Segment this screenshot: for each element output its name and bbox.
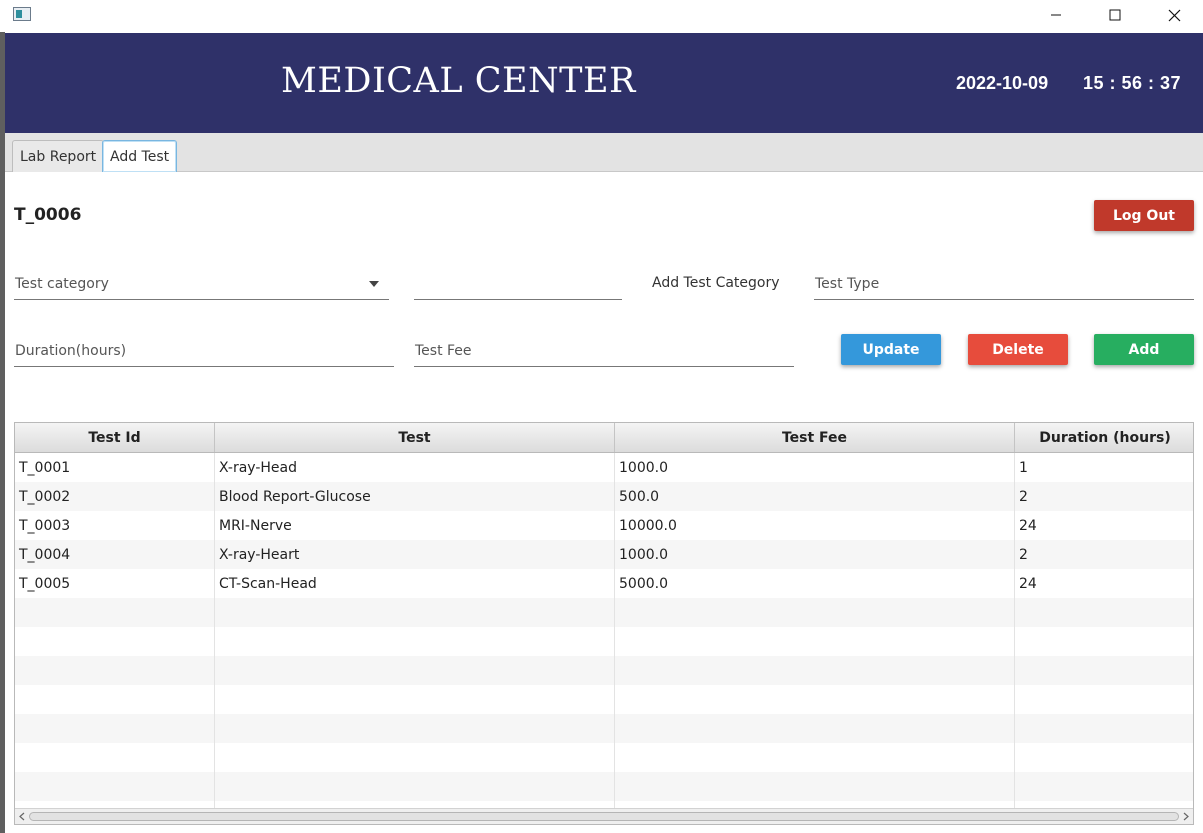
new-category-input[interactable] <box>414 268 622 300</box>
table-cell <box>215 598 615 627</box>
tab-lab-report[interactable]: Lab Report <box>12 140 105 172</box>
table-cell <box>15 656 215 685</box>
empty-table-row[interactable] <box>15 743 1193 772</box>
table-cell <box>1015 656 1193 685</box>
empty-table-row[interactable] <box>15 598 1193 627</box>
table-cell: 500.0 <box>615 482 1015 511</box>
table-cell <box>1015 714 1193 743</box>
table-cell: 2 <box>1019 546 1028 563</box>
scroll-left-icon[interactable] <box>17 811 27 822</box>
logout-button[interactable]: Log Out <box>1094 200 1194 231</box>
table-cell <box>615 685 1015 714</box>
table-cell: T_0004 <box>15 540 215 569</box>
app-title: MEDICAL CENTER <box>281 61 636 101</box>
table-cell <box>615 772 1015 801</box>
table-cell <box>15 743 215 772</box>
chevron-down-icon <box>369 281 379 287</box>
horizontal-scrollbar[interactable] <box>15 808 1193 824</box>
table-cell <box>1015 598 1193 627</box>
tests-table[interactable]: Test Id Test Test Fee Duration (hours) T… <box>14 422 1194 825</box>
table-row[interactable]: T_0002 Blood Report-Glucose 500.0 2 <box>15 482 1193 511</box>
app-icon <box>13 7 31 21</box>
table-cell: T_0003 <box>15 511 215 540</box>
add-test-category-label[interactable]: Add Test Category <box>652 275 780 291</box>
close-window-button[interactable] <box>1145 0 1203 30</box>
update-button[interactable]: Update <box>841 334 941 365</box>
table-cell: 1 <box>1019 459 1028 476</box>
table-cell: 1000.0 <box>615 540 1015 569</box>
table-row[interactable]: T_0004 X-ray-Heart 1000.0 2 <box>15 540 1193 569</box>
empty-table-row[interactable] <box>15 685 1193 714</box>
table-cell <box>15 685 215 714</box>
table-cell <box>215 772 615 801</box>
table-cell: T_0005 <box>15 569 215 598</box>
table-cell: 24 <box>1019 575 1037 592</box>
add-button[interactable]: Add <box>1094 334 1194 365</box>
maximize-icon <box>1109 9 1121 21</box>
table-row[interactable]: T_0005 CT-Scan-Head 5000.0 24 <box>15 569 1193 598</box>
minimize-icon <box>1051 14 1061 16</box>
delete-button[interactable]: Delete <box>968 334 1068 365</box>
table-cell <box>15 772 215 801</box>
maximize-button[interactable] <box>1086 0 1144 30</box>
table-cell <box>615 656 1015 685</box>
table-cell <box>1015 627 1193 656</box>
table-cell <box>615 627 1015 656</box>
table-cell: 10000.0 <box>615 511 1015 540</box>
column-header-duration[interactable]: Duration (hours) <box>1015 423 1193 452</box>
empty-table-row[interactable] <box>15 627 1193 656</box>
test-fee-input[interactable]: Test Fee <box>414 335 794 367</box>
table-cell <box>215 685 615 714</box>
test-category-placeholder: Test category <box>15 275 109 292</box>
table-cell: X-ray-Heart <box>215 540 615 569</box>
table-cell: 5000.0 <box>615 569 1015 598</box>
table-cell: Blood Report-Glucose <box>215 482 615 511</box>
column-header-test[interactable]: Test <box>215 423 615 452</box>
table-cell <box>215 627 615 656</box>
table-cell: 24 <box>1019 517 1037 534</box>
tab-add-test[interactable]: Add Test <box>102 140 178 172</box>
test-category-select[interactable]: Test category <box>14 268 389 300</box>
header-date: 2022-10-09 <box>956 73 1049 93</box>
duration-input[interactable]: Duration(hours) <box>14 335 394 367</box>
table-cell: 2 <box>1019 488 1028 505</box>
table-cell <box>615 598 1015 627</box>
empty-table-row[interactable] <box>15 714 1193 743</box>
scrollbar-thumb[interactable] <box>29 812 1179 821</box>
table-cell <box>1015 743 1193 772</box>
table-row[interactable]: T_0003 MRI-Nerve 10000.0 24 <box>15 511 1193 540</box>
tab-bar <box>5 133 1203 172</box>
table-cell: T_0002 <box>15 482 215 511</box>
empty-table-row[interactable] <box>15 656 1193 685</box>
test-id-label: T_0006 <box>14 205 82 225</box>
close-icon <box>1168 9 1180 21</box>
table-cell: 1000.0 <box>615 453 1015 482</box>
table-cell: T_0001 <box>15 453 215 482</box>
column-header-test-fee[interactable]: Test Fee <box>615 423 1015 452</box>
table-header: Test Id Test Test Fee Duration (hours) <box>15 423 1193 453</box>
table-cell: MRI-Nerve <box>215 511 615 540</box>
table-cell <box>215 714 615 743</box>
scroll-right-icon[interactable] <box>1181 811 1191 822</box>
window-titlebar <box>0 0 1203 32</box>
table-cell <box>215 656 615 685</box>
empty-table-row[interactable] <box>15 772 1193 801</box>
table-cell: CT-Scan-Head <box>215 569 615 598</box>
column-header-test-id[interactable]: Test Id <box>15 423 215 452</box>
table-cell <box>1015 685 1193 714</box>
table-cell <box>15 714 215 743</box>
table-row[interactable]: T_0001 X-ray-Head 1000.0 1 <box>15 453 1193 482</box>
table-cell <box>1015 772 1193 801</box>
table-cell <box>215 743 615 772</box>
table-cell <box>15 627 215 656</box>
test-type-input[interactable]: Test Type <box>814 268 1194 300</box>
header-clock: 15 : 56 : 37 <box>1083 73 1182 93</box>
minimize-button[interactable] <box>1027 0 1085 30</box>
table-cell <box>15 598 215 627</box>
table-cell <box>615 714 1015 743</box>
table-cell <box>615 743 1015 772</box>
table-cell: X-ray-Head <box>215 453 615 482</box>
